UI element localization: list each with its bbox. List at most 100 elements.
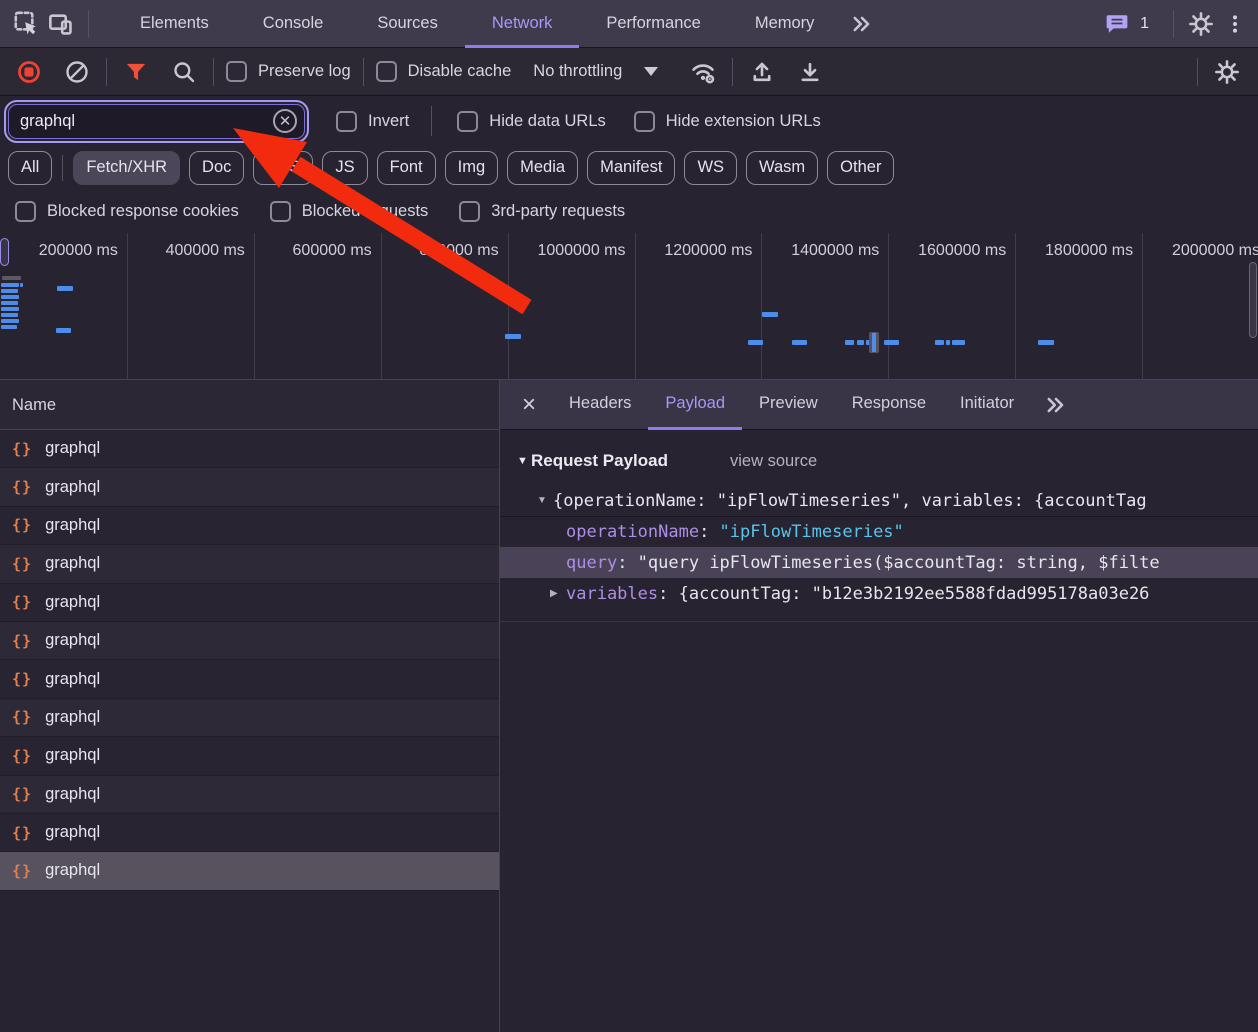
checkbox-label: 3rd-party requests xyxy=(491,202,625,221)
chip-wasm[interactable]: Wasm xyxy=(746,151,818,185)
chip-all[interactable]: All xyxy=(8,151,52,185)
blocked-requests-checkbox[interactable]: Blocked requests xyxy=(270,201,429,222)
divider xyxy=(213,58,214,86)
collapse-triangle-icon[interactable]: ▼ xyxy=(537,495,553,506)
tab-console[interactable]: Console xyxy=(236,0,351,48)
tick-label: 1800000 ms xyxy=(1045,242,1133,260)
name-column-header[interactable]: Name xyxy=(0,380,499,430)
fetch-xhr-icon: {} xyxy=(12,555,32,573)
chip-fetch-xhr[interactable]: Fetch/XHR xyxy=(73,151,180,185)
request-row[interactable]: {}graphql xyxy=(0,507,499,545)
export-har-icon[interactable] xyxy=(793,55,827,89)
detail-tab-headers[interactable]: Headers xyxy=(552,380,648,430)
fetch-xhr-icon: {} xyxy=(12,593,32,611)
checkbox[interactable] xyxy=(226,61,247,82)
divider xyxy=(363,58,364,86)
settings-gear-icon[interactable] xyxy=(1184,7,1218,41)
inspect-element-icon[interactable] xyxy=(10,7,44,41)
detail-tab-preview[interactable]: Preview xyxy=(742,380,835,430)
request-bar xyxy=(505,334,521,339)
chip-js[interactable]: JS xyxy=(322,151,367,185)
divider xyxy=(500,621,1258,622)
expand-triangle-icon[interactable]: ▶ xyxy=(550,588,566,599)
hide-data-urls-checkbox[interactable]: Hide data URLs xyxy=(457,111,605,132)
payload-row-variables[interactable]: ▶ variables: {accountTag: "b12e3b2192ee5… xyxy=(500,578,1258,609)
console-messages-icon[interactable] xyxy=(1100,7,1134,41)
fetch-xhr-icon: {} xyxy=(12,670,32,688)
request-row[interactable]: {}graphql xyxy=(0,699,499,737)
clear-network-log-icon[interactable] xyxy=(60,55,94,89)
checkbox[interactable] xyxy=(270,201,291,222)
chip-doc[interactable]: Doc xyxy=(189,151,244,185)
request-bar xyxy=(1,283,19,287)
checkbox[interactable] xyxy=(15,201,36,222)
more-detail-tabs-icon[interactable] xyxy=(1039,388,1073,422)
detail-tab-response[interactable]: Response xyxy=(835,380,943,430)
divider xyxy=(106,58,107,86)
close-icon[interactable]: × xyxy=(522,393,536,417)
checkbox[interactable] xyxy=(634,111,655,132)
chip-ws[interactable]: WS xyxy=(684,151,737,185)
request-row[interactable]: {}graphql xyxy=(0,737,499,775)
overview-grip-right[interactable] xyxy=(1249,262,1257,338)
fetch-xhr-icon: {} xyxy=(12,708,32,726)
network-conditions-icon[interactable] xyxy=(686,55,720,89)
checkbox[interactable] xyxy=(457,111,478,132)
clear-filter-icon[interactable]: ✕ xyxy=(273,109,297,133)
request-row[interactable]: {}graphql xyxy=(0,584,499,622)
checkbox[interactable] xyxy=(376,61,397,82)
network-settings-gear-icon[interactable] xyxy=(1210,55,1244,89)
checkbox[interactable] xyxy=(336,111,357,132)
timeline-overview[interactable]: 200000 ms400000 ms600000 ms800000 ms1000… xyxy=(0,233,1258,380)
import-har-icon[interactable] xyxy=(745,55,779,89)
3rd-party-requests-checkbox[interactable]: 3rd-party requests xyxy=(459,201,625,222)
gridline xyxy=(254,233,255,380)
filter-icon[interactable] xyxy=(119,55,153,89)
chip-manifest[interactable]: Manifest xyxy=(587,151,675,185)
request-row[interactable]: {}graphql xyxy=(0,545,499,583)
device-toolbar-icon[interactable] xyxy=(44,7,78,41)
request-row[interactable]: {}graphql xyxy=(0,468,499,506)
checkbox[interactable] xyxy=(459,201,480,222)
tab-memory[interactable]: Memory xyxy=(728,0,842,48)
detail-tab-payload[interactable]: Payload xyxy=(648,380,742,430)
tab-sources[interactable]: Sources xyxy=(350,0,465,48)
network-filter-input[interactable] xyxy=(8,104,305,139)
request-row[interactable]: {}graphql xyxy=(0,814,499,852)
detail-tab-initiator[interactable]: Initiator xyxy=(943,380,1031,430)
chip-img[interactable]: Img xyxy=(445,151,499,185)
request-row[interactable]: {}graphql xyxy=(0,776,499,814)
more-tabs-icon[interactable] xyxy=(845,7,879,41)
resource-type-chips: All Fetch/XHR Doc CSS JS Font ImgMedia Manifest… xyxy=(0,145,1258,190)
kebab-menu-icon[interactable] xyxy=(1218,7,1252,41)
chip-font[interactable]: Font xyxy=(377,151,436,185)
chip-other[interactable]: Other xyxy=(827,151,894,185)
payload-row-operation-name[interactable]: operationName: "ipFlowTimeseries" xyxy=(500,516,1258,547)
chip-media[interactable]: Media xyxy=(507,151,578,185)
collapse-triangle-icon[interactable]: ▼ xyxy=(517,455,531,467)
hide-extension-urls-checkbox[interactable]: Hide extension URLs xyxy=(634,111,821,132)
request-row[interactable]: {} graphql xyxy=(0,660,499,698)
payload-summary-row[interactable]: ▼ {operationName: "ipFlowTimeseries", va… xyxy=(500,485,1258,516)
search-icon[interactable] xyxy=(167,55,201,89)
overview-grip-left[interactable] xyxy=(0,238,9,266)
blocked-response-cookies-checkbox[interactable]: Blocked response cookies xyxy=(15,201,239,222)
throttling-select[interactable]: No throttling xyxy=(533,62,658,81)
request-row[interactable]: {}graphql xyxy=(0,430,499,468)
request-bar xyxy=(946,340,950,345)
tab-network[interactable]: Network xyxy=(465,0,580,48)
payload-row-query[interactable]: query: "query ipFlowTimeseries($accountT… xyxy=(500,547,1258,578)
request-row[interactable]: {}graphql xyxy=(0,852,499,890)
record-network-log-icon[interactable] xyxy=(12,55,46,89)
view-source-link[interactable]: view source xyxy=(730,452,817,471)
tab-performance[interactable]: Performance xyxy=(579,0,727,48)
preserve-log-checkbox[interactable]: Preserve log xyxy=(226,61,351,82)
fetch-xhr-icon: {} xyxy=(12,862,32,880)
request-row[interactable]: {}graphql xyxy=(0,622,499,660)
chip-css[interactable]: CSS xyxy=(253,151,313,185)
disable-cache-checkbox[interactable]: Disable cache xyxy=(376,61,512,82)
request-name: graphql xyxy=(45,670,100,689)
devtools-top-bar: ElementsConsoleSourcesNetworkPerformance… xyxy=(0,0,1258,48)
tab-elements[interactable]: Elements xyxy=(113,0,236,48)
invert-checkbox[interactable]: Invert xyxy=(336,111,409,132)
